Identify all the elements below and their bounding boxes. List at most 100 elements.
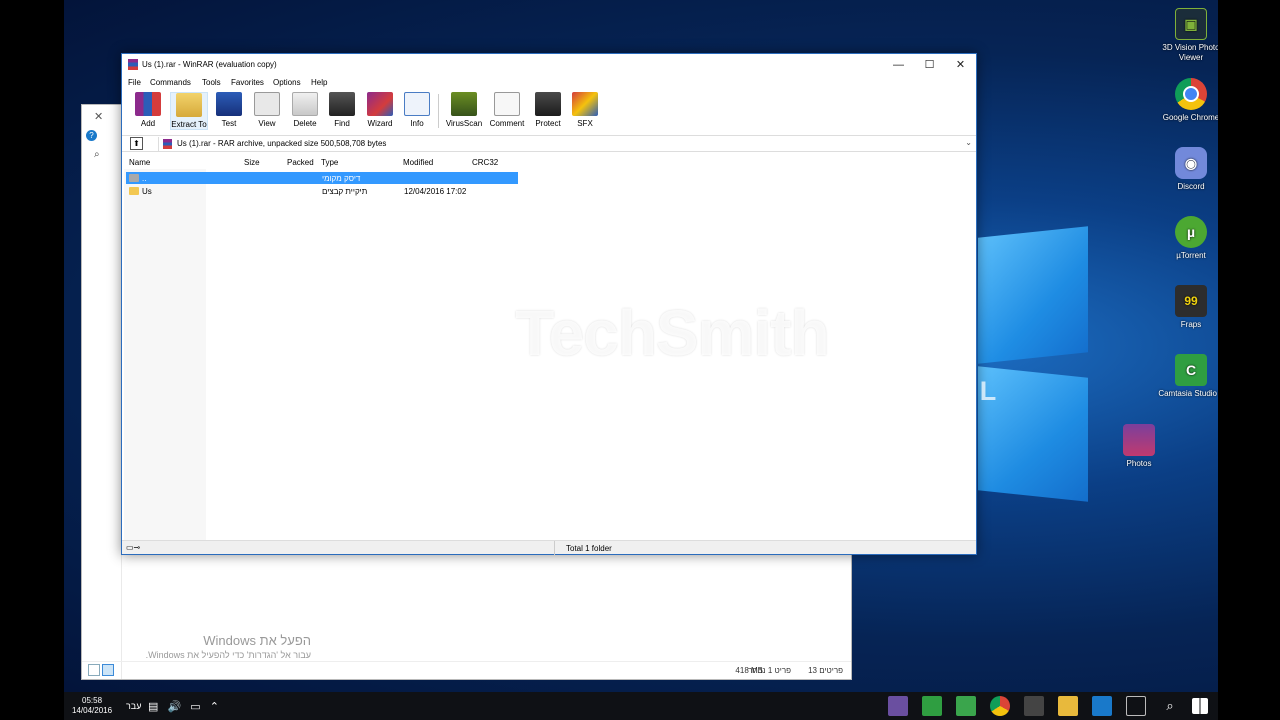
toolbar-sfx-button[interactable]: SFX [570,92,600,128]
menu-help[interactable]: Help [311,78,327,87]
toolbar-extract-button[interactable]: Extract To [170,92,208,130]
status-count: 13 פריטים [808,666,843,675]
toolbar-label: Add [140,119,156,128]
status-text: Total 1 folder [566,544,612,553]
taskbar-camtasia-icon[interactable] [956,696,976,716]
taskbar-winrar-icon[interactable] [888,696,908,716]
activate-windows-notice: הפעל את Windows עבור אל 'הגדרות' כדי להפ… [146,633,311,660]
taskbar-clock[interactable]: 05:58 14/04/2016 [72,696,112,716]
notifications-icon[interactable]: ▤ [148,701,158,713]
drive-key-icon[interactable]: ▭⊸ [126,543,140,552]
glasses-view-icon [254,92,280,116]
winrar-window: Us (1).rar - WinRAR (evaluation copy) — … [121,53,977,555]
up-folder-button[interactable]: ⬆ [130,137,143,150]
activate-title: הפעל את Windows [203,633,311,648]
info-icon [404,92,430,116]
toolbar-comment-button[interactable]: Comment [488,92,526,128]
volume-icon[interactable]: 🔊 [167,701,181,713]
desktop-icon-fraps[interactable]: 99 Fraps [1158,285,1218,330]
desktop-icon-discord[interactable]: ◉ Discord [1158,147,1218,192]
search-icon[interactable]: ⌕ [1160,696,1180,716]
column-crc32[interactable]: CRC32 [472,158,498,167]
search-icon[interactable]: ⌕ [94,149,100,160]
toolbar-wizard-button[interactable]: Wizard [364,92,396,128]
close-icon[interactable]: ✕ [94,110,103,123]
menu-favorites[interactable]: Favorites [231,78,264,87]
desktop-icon-utorrent[interactable]: µ µTorrent [1158,216,1218,261]
delete-icon [292,92,318,116]
help-icon[interactable]: ? [86,130,97,141]
taskbar-store-icon[interactable] [1024,696,1044,716]
list-view-icon[interactable] [102,664,114,676]
rar-archive-icon [163,139,172,149]
address-field[interactable]: Us (1).rar - RAR archive, unpacked size … [158,137,974,151]
desktop-icon-label: µTorrent [1176,251,1206,260]
desktop-icon-camtasia[interactable]: C Camtasia Studio 8 [1158,354,1218,399]
camtasia-icon: C [1175,354,1207,386]
taskbar-edge-icon[interactable] [1092,696,1112,716]
sfx-icon [572,92,598,116]
discord-icon: ◉ [1175,147,1207,179]
column-packed[interactable]: Packed [287,158,314,167]
desktop-icon-label: Google Chrome [1162,113,1218,122]
details-view-icon[interactable] [88,664,100,676]
column-type[interactable]: Type [321,158,338,167]
utorrent-icon: µ [1175,216,1207,248]
chevron-down-icon[interactable]: ⌄ [965,138,972,147]
toolbar-protect-button[interactable]: Protect [532,92,564,128]
column-size[interactable]: Size [244,158,260,167]
list-item-us[interactable]: Us תיקיית קבצים 12/04/2016 17:02 [126,185,518,197]
menu-bar: File Commands Tools Favorites Options He… [122,76,976,90]
fraps-icon: 99 [1175,285,1207,317]
network-icon[interactable]: ▭ [190,701,200,713]
menu-commands[interactable]: Commands [150,78,191,87]
toolbar-info-button[interactable]: Info [402,92,432,128]
chevron-up-icon[interactable]: ⌃ [210,701,219,713]
close-button[interactable]: ✕ [945,54,976,76]
toolbar-find-button[interactable]: Find [327,92,357,128]
address-text: Us (1).rar - RAR archive, unpacked size … [177,139,387,148]
toolbar: Add Extract To Test View Delete Find Wiz… [122,90,976,132]
language-indicator[interactable]: עבר [126,701,141,711]
row-type: תיקיית קבצים [322,187,368,196]
list-item-parent[interactable]: .. דיסק מקומי [126,172,518,184]
column-name[interactable]: Name [129,158,150,167]
clock-date: 14/04/2016 [72,706,113,715]
toolbar-label: View [258,119,276,128]
toolbar-label: Extract To [171,120,207,129]
menu-tools[interactable]: Tools [202,78,221,87]
row-name: .. [142,174,147,183]
task-view-icon[interactable] [1126,696,1146,716]
binoculars-icon [329,92,355,116]
desktop-icon-chrome[interactable]: Google Chrome [1158,78,1218,123]
toolbar-label: VirusScan [445,119,483,128]
taskbar-file-explorer-icon[interactable] [1058,696,1078,716]
book-test-icon [216,92,242,116]
menu-options[interactable]: Options [273,78,301,87]
toolbar-label: Protect [535,119,561,128]
title-bar[interactable]: Us (1).rar - WinRAR (evaluation copy) — … [122,54,976,76]
menu-file[interactable]: File [128,78,141,87]
desktop-icon-label: Camtasia Studio 8 [1158,389,1218,398]
start-windows-icon[interactable] [1192,698,1208,714]
screen: ▣ 3D Vision Photo Viewer Google Chrome ◉… [0,0,1280,720]
desktop-icon-label: 3D Vision Photo Viewer [1162,43,1218,62]
minimize-button[interactable]: — [883,54,914,76]
activate-subtitle: עבור אל 'הגדרות' כדי להפעיל את Windows. [145,650,311,660]
winrar-photos-icon [1123,424,1155,456]
toolbar-add-button[interactable]: Add [132,92,164,128]
toolbar-delete-button[interactable]: Delete [290,92,320,128]
file-list-header: Name Size Packed Type Modified CRC32 [124,155,518,169]
desktop-icon-3d-vision[interactable]: ▣ 3D Vision Photo Viewer [1158,8,1218,63]
taskbar-camtasia-recorder-icon[interactable] [922,696,942,716]
maximize-button[interactable]: ☐ [914,54,945,76]
toolbar-label: Comment [489,119,525,128]
toolbar-test-button[interactable]: Test [214,92,244,128]
desktop-icon-photos[interactable]: Photos [1106,424,1172,469]
folder-icon [129,187,139,195]
toolbar-view-button[interactable]: View [252,92,282,128]
column-modified[interactable]: Modified [403,158,433,167]
taskbar-chrome-icon[interactable] [990,696,1010,716]
chrome-icon [1175,78,1207,110]
toolbar-virusscan-button[interactable]: VirusScan [444,92,484,128]
